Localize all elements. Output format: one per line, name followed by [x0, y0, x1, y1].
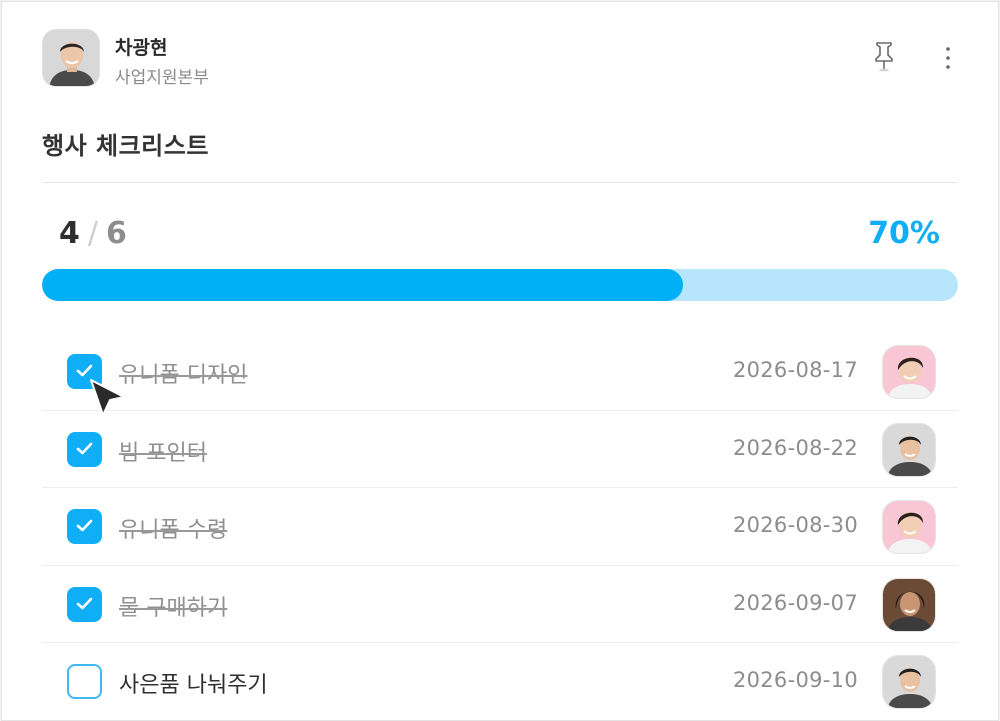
item-due-date: 2026-08-22	[732, 435, 858, 460]
checkbox-checked[interactable]	[67, 354, 102, 389]
item-label: 사은품 나눠주기	[119, 673, 268, 698]
checklist-item[interactable]: 유니폼 디자인 2026-08-17	[42, 333, 958, 411]
completion-count: 4/6	[59, 216, 127, 251]
item-due-date: 2026-09-10	[732, 668, 858, 692]
author-name: 차광현	[115, 37, 168, 59]
item-due-date: 2026-09-07	[732, 590, 858, 615]
assignee-avatar[interactable]	[882, 422, 936, 477]
item-label: 빔 포인터	[119, 440, 207, 466]
item-due-date: 2026-08-17	[732, 358, 858, 382]
assignee-avatar[interactable]	[882, 577, 936, 632]
card-header: 차광현 사업지원본부	[42, 29, 958, 89]
checkbox-checked[interactable]	[67, 509, 102, 544]
item-due-date: 2026-08-30	[732, 513, 858, 537]
pin-icon[interactable]	[872, 41, 896, 73]
checkbox-checked[interactable]	[67, 586, 102, 622]
count-separator: /	[87, 216, 98, 251]
check-icon	[76, 364, 93, 377]
check-icon	[76, 442, 93, 454]
checkbox-checked[interactable]	[67, 431, 102, 467]
checklist-item[interactable]: 물 구매하기 2026-09-07	[42, 566, 958, 643]
checkbox-unchecked[interactable]	[67, 664, 102, 699]
author-avatar[interactable]	[42, 29, 100, 87]
completed-count: 4	[59, 216, 80, 251]
item-label: 유니폼 디자인	[119, 363, 248, 388]
item-label: 물 구매하기	[119, 595, 228, 621]
checklist-card: 차광현 사업지원본부 행사 체크리스트 4/6 70% 유니폼 디자인 2026-…	[1, 1, 999, 721]
check-icon	[76, 519, 93, 532]
item-label: 유니폼 수령	[119, 518, 228, 543]
checklist-item[interactable]: 사은품 나눠주기 2026-09-10	[42, 643, 958, 721]
divider	[42, 182, 958, 183]
checklist-title: 행사 체크리스트	[42, 132, 209, 160]
assignee-avatar[interactable]	[882, 345, 936, 399]
checklist-items: 유니폼 디자인 2026-08-17 빔 포인터 2026-08-22 유니폼 수령 20…	[42, 333, 958, 721]
checklist-item[interactable]: 유니폼 수령 2026-08-30	[42, 488, 958, 566]
more-vertical-icon[interactable]	[942, 45, 954, 71]
progress-bar	[42, 269, 958, 301]
checklist-item[interactable]: 빔 포인터 2026-08-22	[42, 411, 958, 488]
assignee-avatar[interactable]	[882, 655, 936, 709]
assignee-avatar[interactable]	[882, 500, 936, 554]
total-count: 6	[105, 216, 127, 251]
check-icon	[76, 597, 93, 609]
progress-fill	[42, 269, 684, 301]
author-department: 사업지원본부	[115, 68, 209, 88]
completion-percent: 70%	[868, 216, 940, 251]
